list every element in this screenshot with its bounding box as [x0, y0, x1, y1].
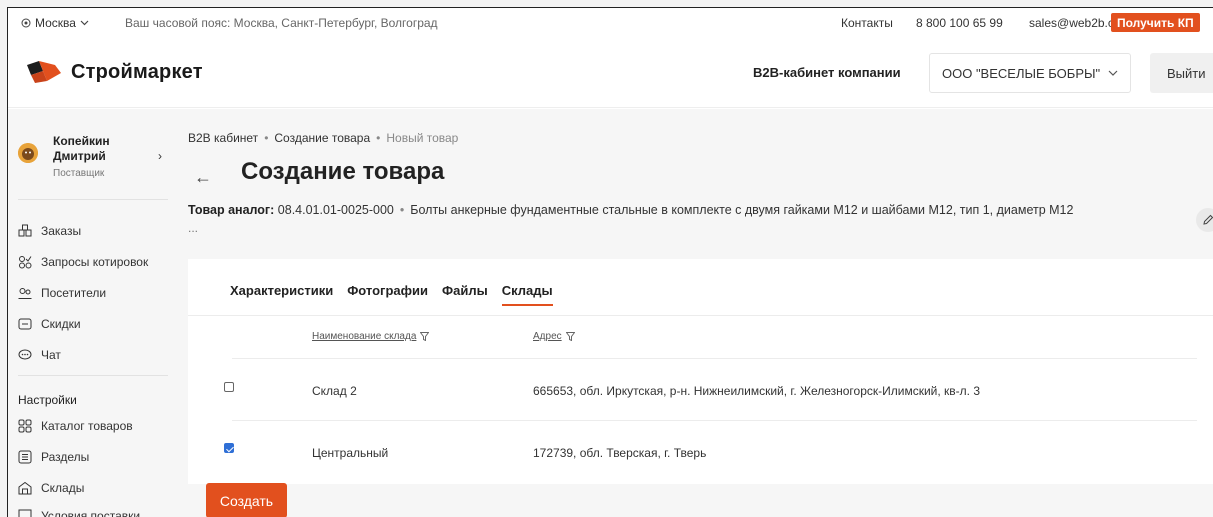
quotes-icon	[19, 256, 32, 269]
brand-name: Строймаркет	[71, 60, 203, 83]
column-header-label: Наименование склада	[312, 331, 417, 342]
user-profile[interactable]: Копейкин Дмитрий › Поставщик	[18, 127, 173, 187]
user-first-name: Дмитрий	[53, 149, 106, 163]
sidebar-item-discounts[interactable]: Скидки	[18, 315, 81, 333]
avatar	[18, 143, 38, 163]
tab-photos[interactable]: Фотографии	[347, 283, 428, 306]
column-header-label: Адрес	[533, 331, 562, 342]
tab-characteristics[interactable]: Характеристики	[230, 283, 333, 306]
filter-icon[interactable]	[565, 332, 575, 341]
breadcrumb-link[interactable]: B2B кабинет	[188, 131, 258, 145]
analog-name: Болты анкерные фундаментные стальные в к…	[410, 203, 1074, 217]
user-role: Поставщик	[53, 168, 105, 179]
divider	[18, 199, 168, 200]
breadcrumb: B2B кабинет • Создание товара • Новый то…	[188, 131, 458, 145]
catalog-icon	[18, 419, 32, 433]
breadcrumb-link[interactable]: Создание товара	[274, 131, 370, 145]
sidebar-item-chat[interactable]: Чат	[18, 346, 61, 364]
orders-icon	[18, 224, 32, 237]
sidebar-item-label: Каталог товаров	[41, 419, 133, 433]
analog-code: 08.4.01.01-0025-000	[277, 203, 394, 217]
sidebar: Копейкин Дмитрий › Поставщик Заказы Запр…	[8, 109, 176, 517]
chevron-down-icon	[1108, 70, 1118, 76]
chevron-down-icon	[80, 20, 89, 26]
sidebar-item-label: Чат	[41, 348, 61, 362]
company-select[interactable]: ООО "ВЕСЕЛЫЕ БОБРЫ"	[929, 53, 1131, 93]
sidebar-item-label: Посетители	[41, 286, 107, 300]
edit-analog-button[interactable]	[1196, 208, 1213, 232]
sections-icon	[18, 450, 32, 464]
warehouse-name: Склад 2	[312, 384, 357, 398]
user-last-name: Копейкин	[53, 134, 110, 148]
email-link[interactable]: sales@web2b.co	[1029, 16, 1121, 30]
top-bar: Москва Ваш часовой пояс: Москва, Санкт-П…	[8, 8, 1213, 37]
warehouse-address: 665653, обл. Иркутская, р-н. Нижнеилимск…	[533, 384, 981, 398]
phone-link[interactable]: 8 800 100 65 99	[916, 16, 1003, 30]
tabs-card: Характеристики Фотографии Файлы Склады Н…	[188, 259, 1213, 484]
main-content: B2B кабинет • Создание товара • Новый то…	[176, 109, 1213, 517]
sidebar-item-label: Условия поставки	[41, 509, 141, 517]
company-name: ООО "ВЕСЕЛЫЕ БОБРЫ"	[942, 65, 1101, 81]
timezone-text: Ваш часовой пояс: Москва, Санкт-Петербур…	[125, 16, 438, 30]
tab-bar: Характеристики Фотографии Файлы Склады	[230, 283, 567, 306]
sidebar-item-label: Склады	[41, 481, 85, 495]
logo[interactable]: Строймаркет	[25, 59, 203, 85]
warehouse-name: Центральный	[312, 446, 389, 460]
filter-icon[interactable]	[420, 332, 430, 341]
logo-icon	[27, 61, 61, 83]
warehouse-address: 172739, обл. Тверская, г. Тверь	[533, 446, 707, 460]
page-title: Создание товара	[241, 158, 445, 185]
divider	[188, 315, 1213, 316]
create-button[interactable]: Создать	[206, 483, 287, 517]
divider	[18, 375, 168, 376]
column-header-address[interactable]: Адрес	[533, 331, 575, 342]
header: Строймаркет B2B-кабинет компании ООО "ВЕ…	[8, 37, 1213, 108]
column-header-warehouse-name[interactable]: Наименование склада	[312, 331, 430, 342]
sidebar-item-label: Запросы котировок	[41, 255, 149, 269]
chat-icon	[18, 349, 32, 360]
contacts-link[interactable]: Контакты	[841, 16, 893, 30]
warehouses-icon	[18, 481, 32, 495]
back-arrow-icon[interactable]: ←	[194, 167, 212, 188]
table-row: Склад 2 665653, обл. Иркутская, р-н. Ниж…	[188, 359, 1213, 419]
sidebar-item-catalog[interactable]: Каталог товаров	[18, 417, 133, 435]
analog-product: Товар аналог: 08.4.01.01-0025-000 • Болты …	[188, 203, 1073, 217]
analog-label: Товар аналог:	[188, 203, 275, 217]
sidebar-item-label: Разделы	[41, 450, 90, 464]
logout-button[interactable]: Выйти	[1150, 53, 1213, 93]
breadcrumb-separator: •	[264, 131, 269, 145]
delivery-terms-icon	[18, 509, 32, 517]
sidebar-item-delivery-terms[interactable]: Условия поставки	[18, 507, 140, 517]
chevron-right-icon: ›	[158, 149, 162, 163]
sidebar-item-orders[interactable]: Заказы	[18, 222, 81, 240]
row-checkbox[interactable]	[224, 382, 234, 392]
city-selector[interactable]: Москва	[21, 16, 89, 30]
breadcrumb-current: Новый товар	[386, 131, 459, 145]
sidebar-item-warehouses[interactable]: Склады	[18, 479, 84, 497]
app-window: Москва Ваш часовой пояс: Москва, Санкт-П…	[7, 7, 1213, 517]
visitors-icon	[18, 288, 32, 299]
analog-separator: •	[399, 203, 405, 217]
table-row: Центральный 172739, обл. Тверская, г. Тв…	[188, 421, 1213, 481]
tab-files[interactable]: Файлы	[442, 283, 488, 306]
b2b-cabinet-label: B2B-кабинет компании	[753, 65, 901, 80]
get-kp-button[interactable]: Получить КП	[1111, 13, 1200, 32]
sidebar-item-label: Скидки	[41, 317, 81, 331]
breadcrumb-separator: •	[376, 131, 381, 145]
sidebar-item-sections[interactable]: Разделы	[18, 448, 89, 466]
settings-title: Настройки	[18, 393, 77, 407]
analog-more: ...	[188, 221, 199, 235]
pencil-icon	[1203, 214, 1213, 225]
location-pin-icon	[21, 18, 31, 28]
sidebar-item-label: Заказы	[41, 224, 82, 238]
sidebar-item-visitors[interactable]: Посетители	[18, 284, 106, 302]
discounts-icon	[18, 318, 32, 330]
city-label: Москва	[35, 16, 76, 30]
row-checkbox[interactable]	[224, 443, 234, 453]
tab-warehouses[interactable]: Склады	[501, 283, 553, 306]
sidebar-item-quotes[interactable]: Запросы котировок	[18, 253, 148, 271]
